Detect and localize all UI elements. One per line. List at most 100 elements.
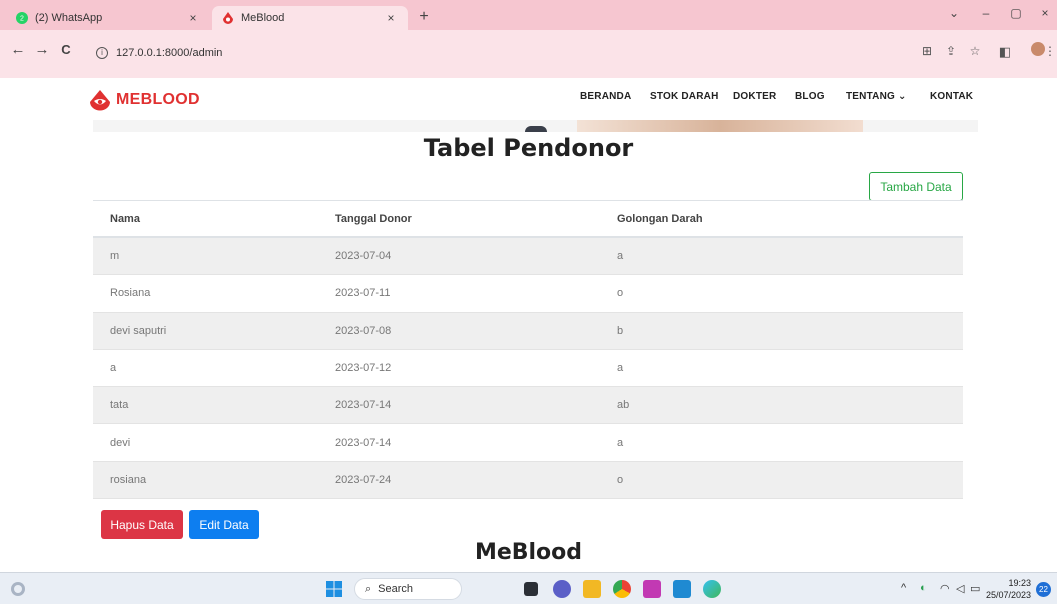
header-nama: Nama [110, 212, 140, 225]
logo-text: MEBLOOD [116, 91, 200, 108]
minimize-button[interactable]: – [974, 6, 998, 20]
cell-golongan: o [617, 287, 624, 300]
hero-image-detail [525, 126, 547, 132]
table-row: m 2023-07-04 a [93, 238, 963, 276]
close-tab-icon[interactable]: × [186, 11, 200, 25]
table-row: Rosiana 2023-07-11 o [93, 275, 963, 313]
svg-text:2: 2 [20, 16, 24, 23]
bookmark-star-icon[interactable]: ☆ [966, 44, 984, 58]
close-tab-icon[interactable]: × [384, 11, 398, 25]
cell-golongan: b [617, 324, 624, 337]
cell-nama: m [110, 250, 120, 263]
header-golongan-darah: Golongan Darah [617, 212, 703, 225]
browser-tab-bar: 2 (2) WhatsApp × MeBlood × + ⌄ – ▢ × [0, 0, 1057, 30]
table-header: Nama Tanggal Donor Golongan Darah [93, 200, 963, 238]
file-explorer-icon[interactable] [583, 580, 601, 598]
table-row: devi saputri 2023-07-08 b [93, 312, 963, 350]
cell-tanggal: 2023-07-12 [335, 362, 392, 375]
table-row: a 2023-07-12 a [93, 350, 963, 388]
restore-button[interactable]: ▢ [1004, 6, 1028, 20]
side-panel-icon[interactable]: ◧ [996, 44, 1014, 60]
tab-search-icon[interactable]: ⌄ [942, 6, 966, 20]
clock-time: 19:23 [1008, 578, 1031, 588]
tab-title: MeBlood [241, 12, 285, 24]
site-info-icon[interactable]: i [96, 47, 108, 59]
header-tanggal-donor: Tanggal Donor [335, 212, 412, 225]
weather-widget-icon[interactable] [10, 581, 26, 597]
tab-meblood[interactable]: MeBlood × [212, 6, 408, 30]
new-tab-button[interactable]: + [414, 8, 434, 26]
cell-tanggal: 2023-07-04 [335, 250, 392, 263]
cell-nama: devi saputri [110, 324, 167, 337]
back-button[interactable]: ← [8, 41, 28, 58]
xampp-icon[interactable] [643, 580, 661, 598]
tray-app-icon[interactable]: ◐ [920, 582, 927, 594]
nav-stok-darah[interactable]: STOK DARAH [650, 91, 718, 102]
taskbar-search[interactable]: ⌕ Search [354, 578, 462, 600]
profile-avatar[interactable] [1031, 42, 1045, 56]
close-window-button[interactable]: × [1033, 6, 1057, 20]
url-text: 127.0.0.1:8000/admin [116, 47, 223, 59]
task-view-icon[interactable] [524, 582, 538, 596]
page-title: Tabel Pendonor [423, 134, 634, 162]
search-placeholder: Search [378, 583, 414, 595]
cell-golongan: ab [617, 399, 630, 412]
cell-tanggal: 2023-07-11 [335, 287, 391, 300]
blood-drop-logo-icon [90, 90, 110, 111]
table-row: rosiana 2023-07-24 o [93, 461, 963, 500]
url-field[interactable]: i 127.0.0.1:8000/admin [84, 38, 964, 68]
nav-beranda[interactable]: BERANDA [580, 91, 631, 102]
delete-data-button[interactable]: Hapus Data [101, 510, 183, 539]
forward-button[interactable]: → [32, 41, 52, 58]
wifi-icon[interactable]: ◠ [940, 582, 950, 595]
edge-icon[interactable] [703, 580, 721, 598]
table-row: devi 2023-07-14 a [93, 424, 963, 462]
cell-golongan: a [617, 436, 624, 449]
site-logo[interactable]: MEBLOOD [87, 89, 200, 111]
site-navbar: MEBLOOD BERANDA STOK DARAH DOKTER BLOG T… [0, 78, 1057, 120]
cell-golongan: a [617, 250, 624, 263]
tray-overflow-icon[interactable]: ^ [901, 582, 906, 594]
cell-golongan: a [617, 362, 624, 375]
battery-icon[interactable]: ▭ [970, 582, 980, 595]
hero-image-detail [577, 120, 863, 132]
nav-blog[interactable]: BLOG [795, 91, 825, 102]
chrome-icon[interactable] [613, 580, 631, 598]
nav-tentang-dropdown[interactable]: TENTANG ⌄ [846, 91, 907, 102]
volume-icon[interactable]: ◁ [956, 582, 964, 595]
nav-kontak[interactable]: KONTAK [930, 91, 973, 102]
vscode-icon[interactable] [673, 580, 691, 598]
donor-table: Nama Tanggal Donor Golongan Darah m 2023… [93, 200, 963, 500]
add-data-button[interactable]: Tambah Data [869, 172, 963, 201]
tab-whatsapp[interactable]: 2 (2) WhatsApp × [6, 6, 210, 30]
cell-nama: a [110, 362, 117, 375]
table-row: tata 2023-07-14 ab [93, 387, 963, 425]
cell-tanggal: 2023-07-08 [335, 324, 392, 337]
footer-title: MeBlood [474, 540, 583, 565]
teams-chat-icon[interactable] [553, 580, 571, 598]
cell-tanggal: 2023-07-14 [335, 436, 392, 449]
clock-date: 25/07/2023 [985, 590, 1031, 600]
translate-icon[interactable]: ⊞ [918, 44, 936, 58]
cell-tanggal: 2023-07-14 [335, 399, 392, 412]
tab-title: (2) WhatsApp [35, 12, 103, 24]
cell-nama: Rosiana [110, 287, 151, 300]
nav-dokter[interactable]: DOKTER [733, 91, 776, 102]
system-clock[interactable]: 19:23 25/07/2023 [983, 577, 1031, 601]
cell-nama: tata [110, 399, 129, 412]
menu-kebab-icon[interactable]: ⋮ [1044, 44, 1056, 58]
share-icon[interactable]: ⇪ [942, 44, 960, 58]
search-icon: ⌕ [365, 582, 372, 595]
windows-start-icon[interactable] [326, 581, 342, 597]
hero-image-strip [93, 120, 978, 132]
edit-data-button[interactable]: Edit Data [189, 510, 259, 539]
cell-nama: rosiana [110, 473, 147, 486]
cell-tanggal: 2023-07-24 [335, 473, 392, 486]
whatsapp-icon: 2 [16, 12, 28, 24]
notification-badge[interactable]: 22 [1036, 582, 1051, 597]
cell-nama: devi [110, 436, 131, 449]
address-bar-area: ← → C i 127.0.0.1:8000/admin ⊞ ⇪ ☆ ◧ ⋮ [0, 30, 1057, 78]
windows-taskbar: ⌕ Search ^ ◐ ◠ ◁ ▭ 19:23 25/07/2023 22 [0, 572, 1057, 604]
cell-golongan: o [617, 473, 624, 486]
reload-button[interactable]: C [56, 42, 76, 57]
